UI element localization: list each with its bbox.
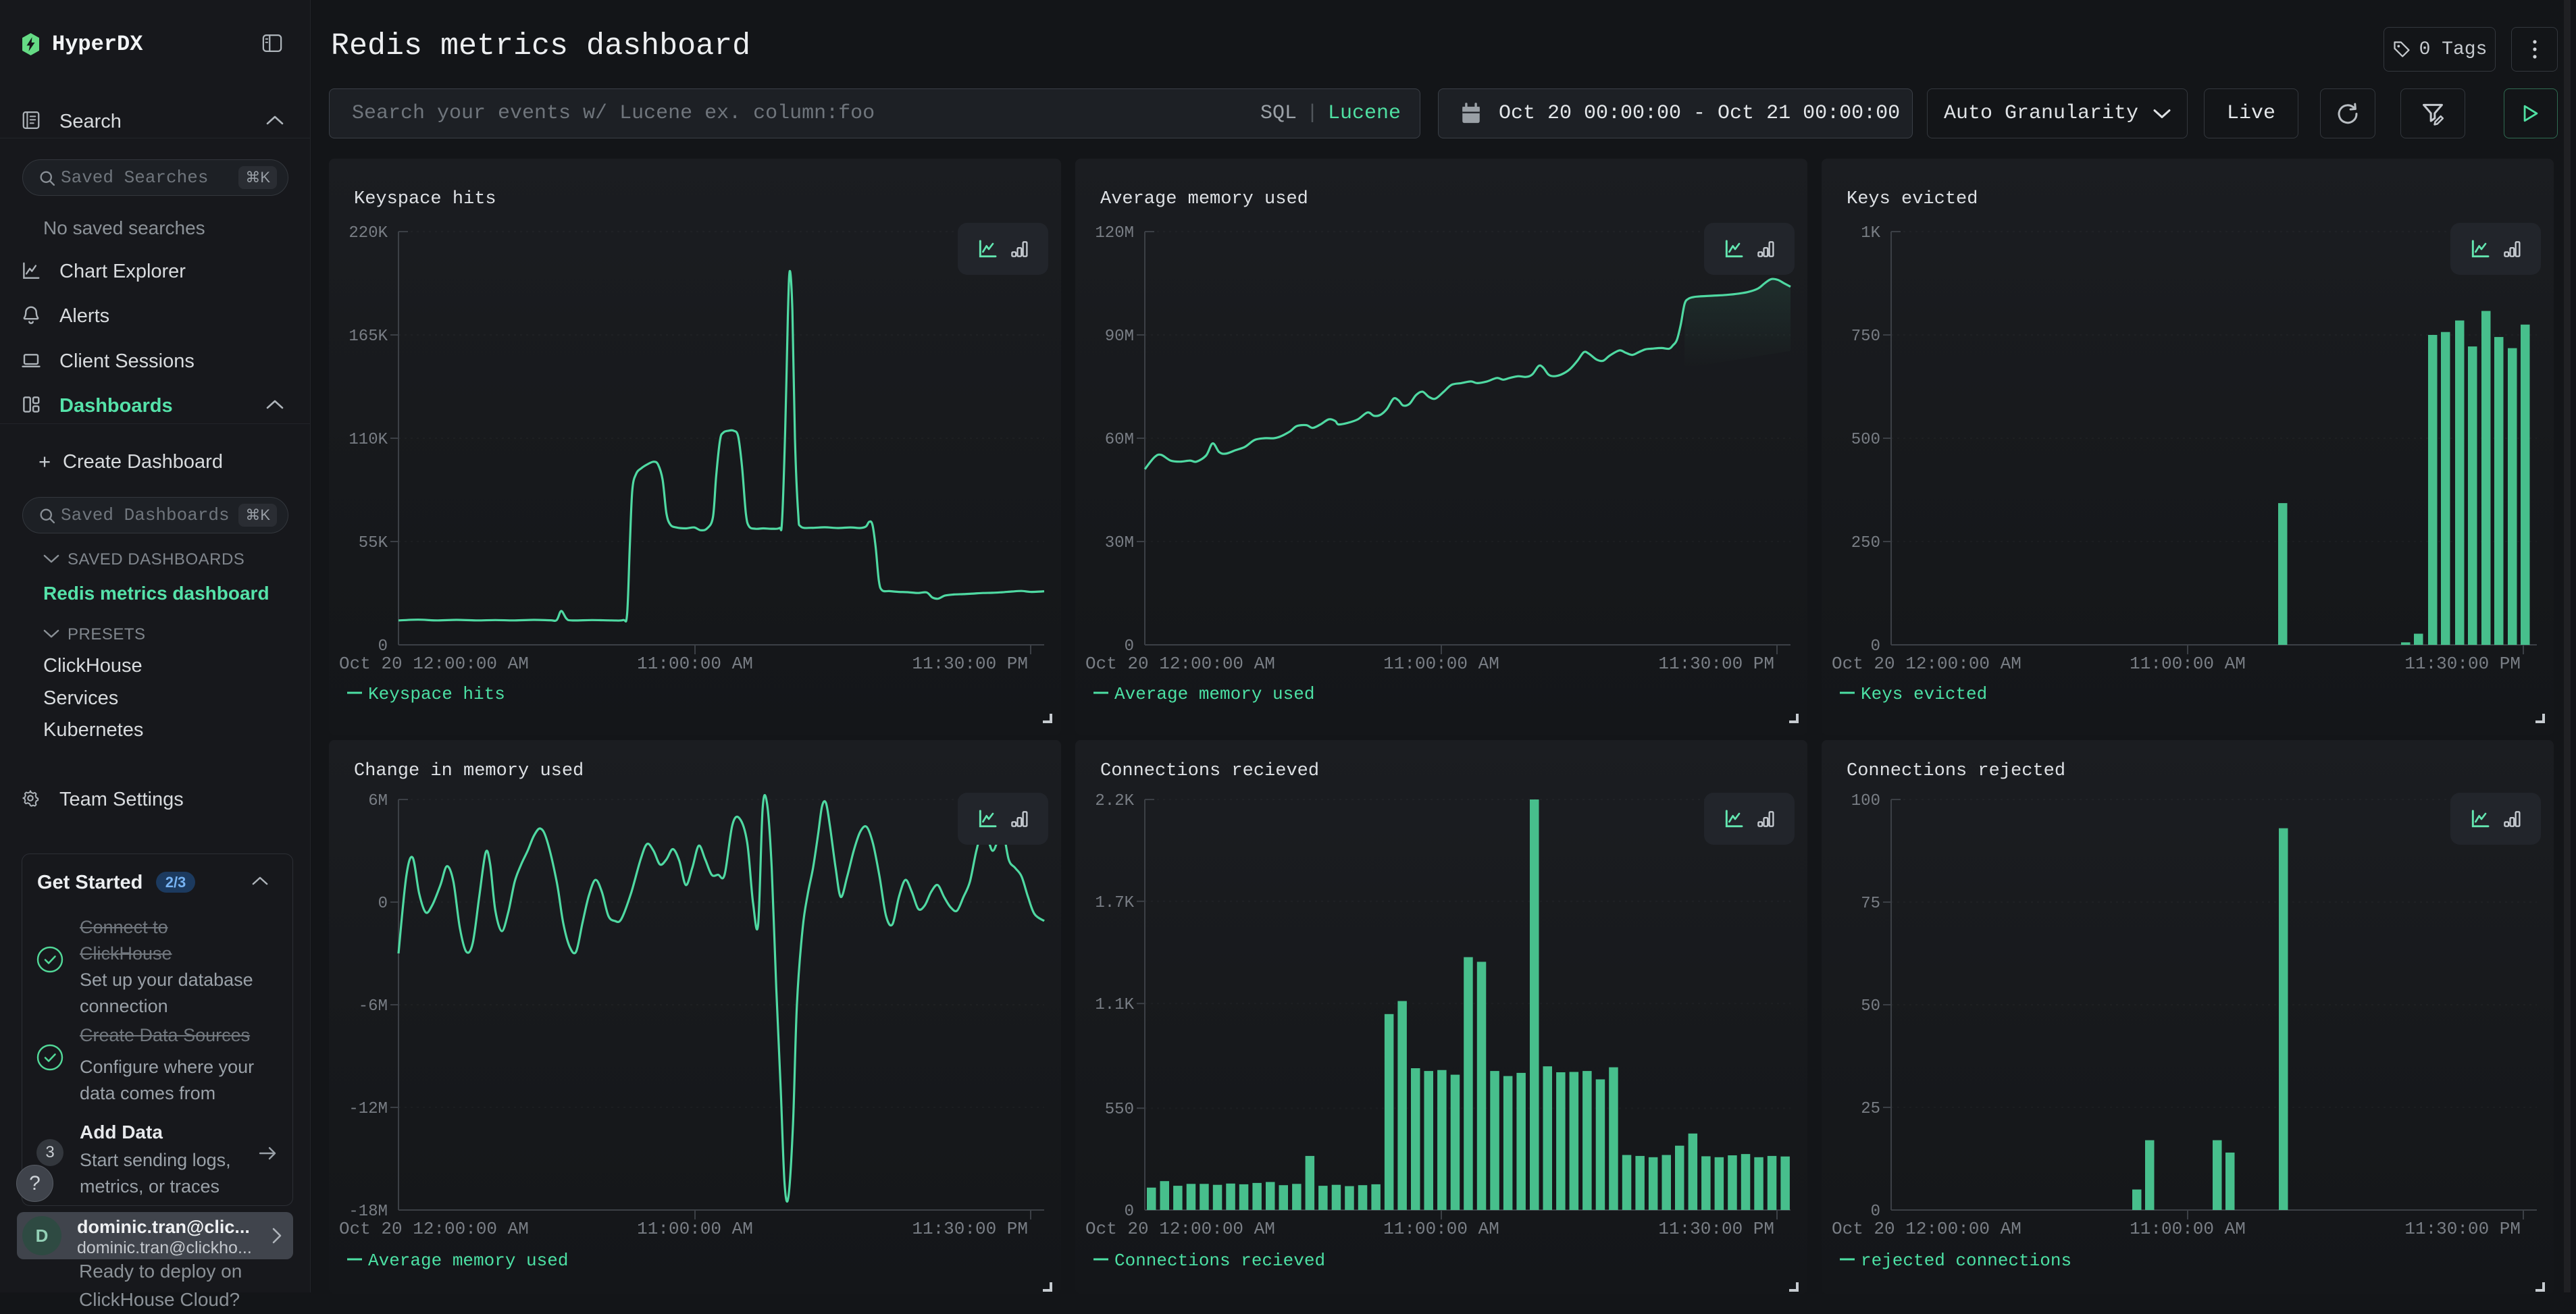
svg-text:Oct 20 12:00:00 AM: Oct 20 12:00:00 AM xyxy=(1832,1219,2021,1239)
svg-text:Connections recieved: Connections recieved xyxy=(1114,1251,1325,1271)
svg-text:-12M: -12M xyxy=(349,1100,388,1118)
svg-text:Oct 20 12:00:00 AM: Oct 20 12:00:00 AM xyxy=(1832,654,2021,674)
svg-text:120M: 120M xyxy=(1095,224,1134,242)
svg-text:25: 25 xyxy=(1861,1100,1880,1118)
svg-text:Oct 20 12:00:00 AM: Oct 20 12:00:00 AM xyxy=(1085,654,1275,674)
svg-text:11:00:00 AM: 11:00:00 AM xyxy=(637,654,753,674)
svg-text:Oct 20 12:00:00 AM: Oct 20 12:00:00 AM xyxy=(1085,1219,1275,1239)
svg-text:11:30:00 PM: 11:30:00 PM xyxy=(1658,654,1774,674)
svg-text:30M: 30M xyxy=(1105,534,1134,552)
svg-text:11:30:00 PM: 11:30:00 PM xyxy=(912,654,1028,674)
svg-text:-18M: -18M xyxy=(349,1203,388,1221)
svg-text:Connections rejected: Connections rejected xyxy=(1847,761,2065,781)
svg-text:0: 0 xyxy=(378,895,388,913)
svg-text:0: 0 xyxy=(1125,637,1134,656)
svg-text:50: 50 xyxy=(1861,997,1880,1016)
svg-text:750: 750 xyxy=(1851,327,1880,346)
svg-text:110K: 110K xyxy=(349,431,388,449)
svg-text:11:30:00 PM: 11:30:00 PM xyxy=(2404,1219,2521,1239)
svg-text:6M: 6M xyxy=(368,792,388,810)
svg-text:0: 0 xyxy=(1125,1203,1134,1221)
svg-text:11:00:00 AM: 11:00:00 AM xyxy=(637,1219,753,1239)
svg-text:11:30:00 PM: 11:30:00 PM xyxy=(2404,654,2521,674)
svg-text:165K: 165K xyxy=(349,327,388,346)
svg-text:Connections recieved: Connections recieved xyxy=(1100,761,1319,781)
svg-text:2.2K: 2.2K xyxy=(1095,792,1134,810)
svg-text:-6M: -6M xyxy=(359,997,388,1016)
svg-text:11:00:00 AM: 11:00:00 AM xyxy=(2130,654,2246,674)
svg-text:550: 550 xyxy=(1105,1101,1134,1119)
svg-text:Average memory used: Average memory used xyxy=(1100,189,1308,209)
svg-text:Keyspace hits: Keyspace hits xyxy=(368,684,505,704)
svg-text:250: 250 xyxy=(1851,534,1880,552)
svg-text:Oct 20 12:00:00 AM: Oct 20 12:00:00 AM xyxy=(339,654,529,674)
svg-text:11:00:00 AM: 11:00:00 AM xyxy=(2130,1219,2246,1239)
svg-text:1K: 1K xyxy=(1861,224,1880,242)
svg-text:0: 0 xyxy=(1871,1203,1880,1221)
svg-text:Keys evicted: Keys evicted xyxy=(1861,684,1987,704)
svg-text:Keys evicted: Keys evicted xyxy=(1847,189,1978,209)
svg-text:75: 75 xyxy=(1861,895,1880,913)
svg-text:rejected connections: rejected connections xyxy=(1861,1251,2071,1271)
svg-text:11:30:00 PM: 11:30:00 PM xyxy=(912,1219,1028,1239)
svg-text:1.1K: 1.1K xyxy=(1095,996,1134,1014)
svg-text:Average memory used: Average memory used xyxy=(368,1251,568,1271)
svg-text:Keyspace hits: Keyspace hits xyxy=(354,189,496,209)
svg-text:Oct 20 12:00:00 AM: Oct 20 12:00:00 AM xyxy=(339,1219,529,1239)
svg-text:Change in memory used: Change in memory used xyxy=(354,761,584,781)
svg-text:0: 0 xyxy=(1871,637,1880,656)
svg-text:11:00:00 AM: 11:00:00 AM xyxy=(1383,1219,1499,1239)
svg-text:90M: 90M xyxy=(1105,327,1134,346)
svg-text:11:00:00 AM: 11:00:00 AM xyxy=(1383,654,1499,674)
svg-text:500: 500 xyxy=(1851,431,1880,449)
svg-text:11:30:00 PM: 11:30:00 PM xyxy=(1658,1219,1774,1239)
svg-text:220K: 220K xyxy=(349,224,388,242)
svg-text:55K: 55K xyxy=(359,534,388,552)
svg-text:100: 100 xyxy=(1851,792,1880,810)
svg-text:60M: 60M xyxy=(1105,431,1134,449)
svg-text:0: 0 xyxy=(378,637,388,656)
svg-text:Average memory used: Average memory used xyxy=(1114,684,1314,704)
svg-text:1.7K: 1.7K xyxy=(1095,894,1134,912)
